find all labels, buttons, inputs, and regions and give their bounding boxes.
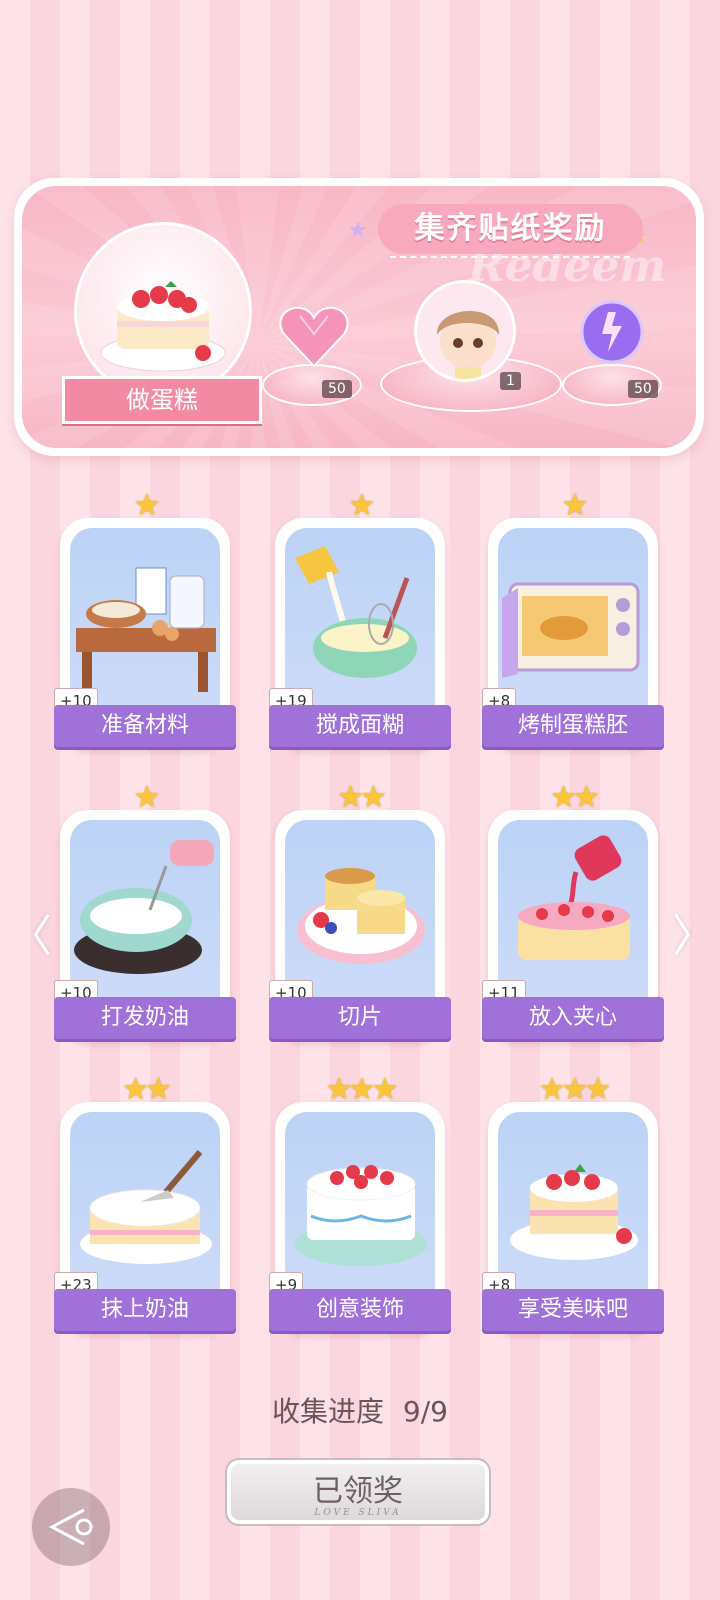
star-rating: ★★ bbox=[337, 780, 387, 815]
card-label: 准备材料 bbox=[54, 705, 236, 747]
card-label: 享受美味吧 bbox=[482, 1289, 664, 1331]
sticker-card[interactable]: ★ +8 烤制蛋糕胚 bbox=[482, 488, 664, 750]
reward-count: 50 bbox=[322, 380, 352, 398]
star-rating: ★★★ bbox=[325, 1072, 399, 1107]
purple-energy-orb-icon[interactable] bbox=[578, 298, 646, 370]
star-rating: ★ bbox=[561, 488, 589, 523]
sticker-card[interactable]: ★ +10 准备材料 bbox=[54, 488, 236, 750]
banner-background: Redeem ★ ★ 集齐贴纸奖励 做蛋糕 bbox=[22, 186, 696, 448]
cake-reward-icon[interactable] bbox=[74, 222, 252, 400]
progress-value: 9/9 bbox=[402, 1395, 448, 1428]
sticker-card[interactable]: ★★ +10 切片 bbox=[269, 780, 451, 1042]
make-cake-label: 做蛋糕 bbox=[62, 376, 262, 424]
sticker-card[interactable]: ★★★ +9 创意装饰 bbox=[269, 1072, 451, 1334]
title-divider bbox=[390, 256, 630, 258]
claimed-button[interactable]: 已领奖 LOVE SLIVA bbox=[225, 1458, 491, 1526]
card-label: 烤制蛋糕胚 bbox=[482, 705, 664, 747]
collection-progress: 收集进度 9/9 bbox=[0, 1390, 720, 1430]
prev-page-arrow-icon[interactable]: 〈 bbox=[8, 900, 52, 964]
sticker-card[interactable]: ★★ +23 抹上奶油 bbox=[54, 1072, 236, 1334]
card-label: 打发奶油 bbox=[54, 997, 236, 1039]
star-rating: ★★ bbox=[550, 780, 600, 815]
star-rating: ★★ bbox=[122, 1072, 172, 1107]
claimed-button-label: 已领奖 bbox=[313, 1474, 403, 1509]
sticker-card[interactable]: ★ +10 打发奶油 bbox=[54, 780, 236, 1042]
card-label: 放入夹心 bbox=[482, 997, 664, 1039]
sticker-card[interactable]: ★ +19 搅成面糊 bbox=[269, 488, 451, 750]
star-rating: ★ bbox=[133, 488, 161, 523]
banner-title: 集齐贴纸奖励 bbox=[378, 204, 643, 254]
pink-heart-gem-icon[interactable] bbox=[278, 304, 350, 374]
card-label: 搅成面糊 bbox=[269, 705, 451, 747]
sticker-reward-banner: Redeem ★ ★ 集齐贴纸奖励 做蛋糕 bbox=[14, 178, 704, 456]
progress-label: 收集进度 bbox=[272, 1395, 385, 1428]
card-label: 抹上奶油 bbox=[54, 1289, 236, 1331]
star-deco-icon: ★ bbox=[348, 218, 368, 243]
star-rating: ★★★ bbox=[538, 1072, 612, 1107]
card-label: 创意装饰 bbox=[269, 1289, 451, 1331]
back-arrow-icon bbox=[48, 1508, 93, 1546]
next-page-arrow-icon[interactable]: 〉 bbox=[672, 900, 716, 964]
star-rating: ★ bbox=[133, 780, 161, 815]
star-rating: ★ bbox=[348, 488, 376, 523]
card-label: 切片 bbox=[269, 997, 451, 1039]
sticker-card[interactable]: ★★★ +8 享受美味吧 bbox=[482, 1072, 664, 1334]
reward-count: 1 bbox=[500, 372, 521, 390]
claimed-button-subtext: LOVE SLIVA bbox=[314, 1508, 402, 1518]
back-button[interactable] bbox=[32, 1488, 110, 1566]
sticker-card[interactable]: ★★ +11 放入夹心 bbox=[482, 780, 664, 1042]
reward-count: 50 bbox=[628, 380, 658, 398]
avatar-portrait[interactable] bbox=[414, 280, 516, 382]
